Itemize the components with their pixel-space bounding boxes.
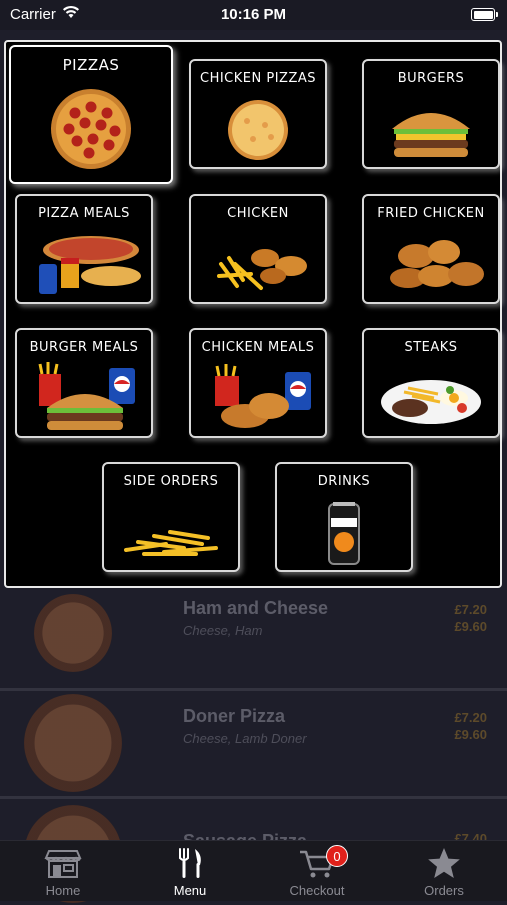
category-label: BURGERS (397, 71, 465, 86)
pizza-thumbnail (24, 694, 122, 792)
product-row[interactable]: Doner Pizza Cheese, Lamb Doner £7.20 £9.… (0, 688, 507, 799)
category-drinks[interactable]: DRINKS (275, 462, 413, 572)
price-large: £9.60 (454, 619, 487, 634)
soda-can-icon (328, 502, 360, 565)
cart-count-badge: 0 (326, 845, 348, 867)
tab-menu[interactable]: Menu (127, 841, 253, 901)
category-label: SIDE ORDERS (123, 474, 219, 489)
tab-orders[interactable]: Orders (381, 841, 507, 901)
category-steaks[interactable]: STEAKS (362, 328, 500, 438)
battery-icon (471, 8, 498, 21)
fried-chicken-icon (390, 240, 484, 288)
category-label: CHICKEN PIZZAS (200, 71, 316, 86)
chicken-nuggets-icon (217, 249, 307, 290)
tab-label: Home (45, 883, 81, 898)
category-label: PIZZA MEALS (38, 206, 130, 221)
product-row[interactable]: Ham and Cheese Cheese, Ham £7.20 £9.60 (0, 580, 507, 691)
product-name: Ham and Cheese (183, 598, 329, 618)
status-bar: Carrier 10:16 PM (0, 0, 507, 30)
steak-plate-icon (381, 380, 481, 424)
store-icon (44, 850, 82, 878)
category-pizzas[interactable]: PIZZAS (9, 45, 173, 184)
category-chicken-meals[interactable]: CHICKEN MEALS (189, 328, 327, 438)
category-label: FRIED CHICKEN (377, 206, 485, 221)
product-description: Cheese, Lamb Doner (183, 731, 307, 746)
category-menu: PIZZAS CHICKEN PIZZAS BURGERS PIZZA MEAL… (4, 40, 502, 588)
category-label: CHICKEN (227, 206, 289, 221)
pepperoni-pizza-icon (51, 89, 131, 169)
pizza-thumbnail (34, 594, 112, 672)
tab-label: Checkout (289, 883, 345, 898)
price-large: £9.60 (454, 727, 487, 742)
category-burgers[interactable]: BURGERS (362, 59, 500, 169)
category-side-orders[interactable]: SIDE ORDERS (102, 462, 240, 572)
category-chicken-pizzas[interactable]: CHICKEN PIZZAS (189, 59, 327, 169)
price-small: £7.20 (454, 602, 487, 617)
category-label: CHICKEN MEALS (201, 340, 315, 355)
burger-meal-icon (38, 362, 135, 430)
tab-label: Menu (173, 883, 207, 898)
fries-icon (124, 530, 218, 556)
tab-bar: Home Menu 0 Checkout Orders (0, 840, 507, 901)
fork-knife-icon (179, 848, 201, 878)
tab-checkout[interactable]: 0 Checkout (254, 841, 380, 901)
chicken-meal-icon (215, 364, 311, 428)
product-description: Cheese, Ham (183, 623, 263, 638)
product-name: Doner Pizza (183, 706, 286, 726)
category-label: DRINKS (317, 474, 371, 489)
category-pizza-meals[interactable]: PIZZA MEALS (15, 194, 153, 304)
tab-label: Orders (424, 883, 464, 898)
category-label: STEAKS (404, 340, 458, 355)
pizza-meal-icon (39, 236, 141, 294)
price-small: £7.20 (454, 710, 487, 725)
clock: 10:16 PM (220, 6, 287, 23)
category-chicken[interactable]: CHICKEN (189, 194, 327, 304)
category-label: BURGER MEALS (29, 340, 139, 355)
category-label: PIZZAS (62, 56, 120, 74)
category-burger-meals[interactable]: BURGER MEALS (15, 328, 153, 438)
tab-home[interactable]: Home (0, 841, 126, 901)
cheese-pizza-icon (228, 100, 288, 160)
category-fried-chicken[interactable]: FRIED CHICKEN (362, 194, 500, 304)
star-icon (428, 848, 460, 878)
burger-icon (392, 113, 470, 157)
